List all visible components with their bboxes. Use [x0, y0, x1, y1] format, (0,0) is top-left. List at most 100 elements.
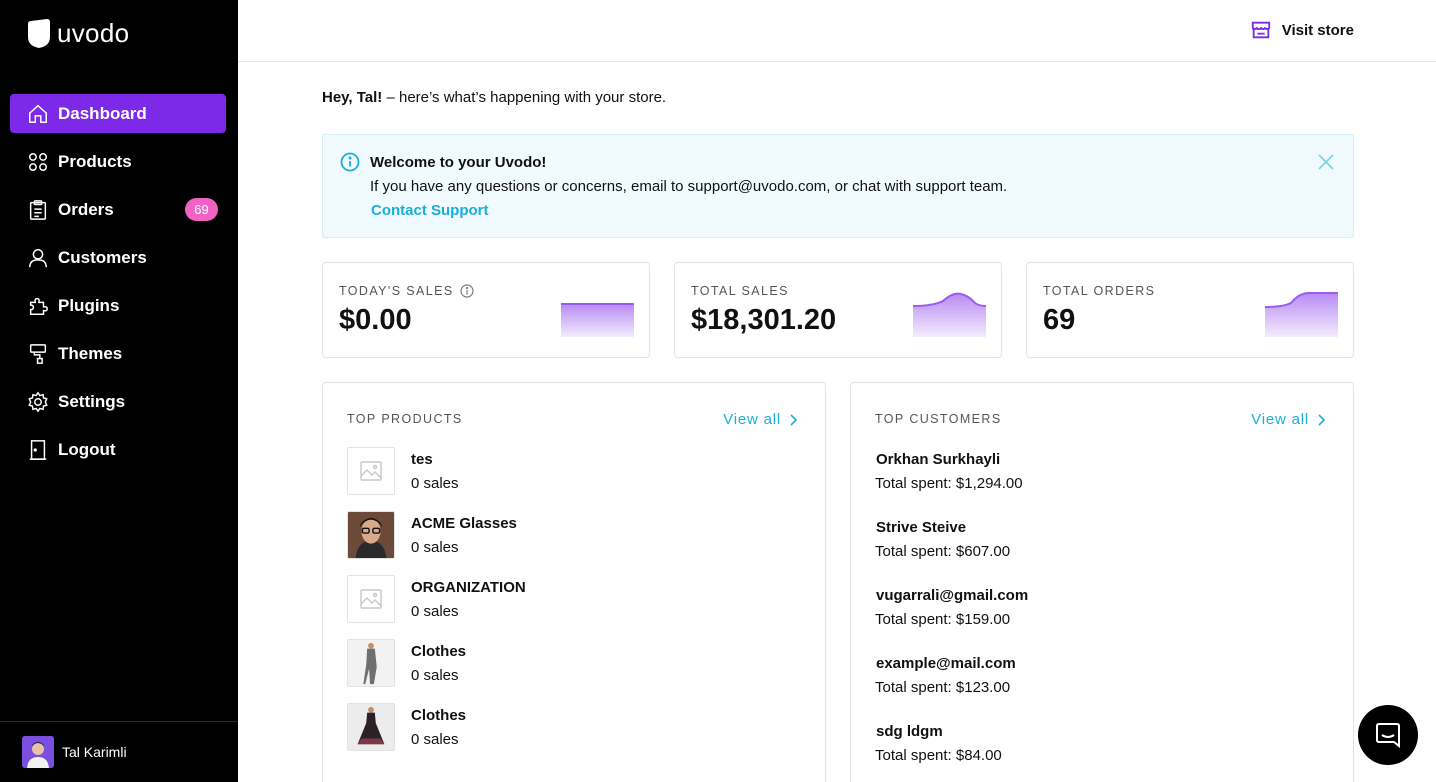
- customer-total-spent: Total spent: $607.00: [875, 543, 1011, 560]
- user-icon: [26, 246, 50, 270]
- visit-store-label: Visit store: [1281, 21, 1354, 39]
- view-all-customers-link[interactable]: View all: [1251, 411, 1325, 428]
- home-icon: [26, 102, 50, 126]
- chat-icon: [1376, 723, 1400, 749]
- list-item[interactable]: example@mail.com Total spent: $123.00: [875, 655, 1028, 719]
- top-bar: Visit store: [238, 0, 1436, 62]
- customer-total-spent: Total spent: $84.00: [875, 747, 1002, 764]
- contact-support-link[interactable]: Contact Support: [371, 202, 489, 219]
- customer-total-spent: Total spent: $159.00: [875, 611, 1011, 628]
- current-user[interactable]: Tal Karimli: [0, 721, 238, 782]
- list-item[interactable]: Orkhan Surkhayli Total spent: $1,294.00: [875, 451, 1028, 515]
- stat-label-text: TODAY'S SALES: [339, 284, 454, 298]
- sidebar-item-label: Products: [58, 151, 132, 171]
- paint-roller-icon: [26, 342, 50, 366]
- stat-value: $0.00: [339, 304, 412, 336]
- customer-total-spent: Total spent: $123.00: [875, 679, 1011, 696]
- gear-icon: [26, 390, 50, 414]
- info-icon[interactable]: [460, 284, 474, 298]
- user-avatar-icon: [22, 736, 54, 768]
- list-item[interactable]: ORGANIZATION 0 sales: [347, 575, 526, 639]
- list-item[interactable]: tes 0 sales: [347, 447, 526, 511]
- card-title: TOP CUSTOMERS: [875, 412, 1002, 426]
- image-placeholder-icon: [347, 575, 395, 623]
- card-title: TOP PRODUCTS: [347, 412, 463, 426]
- product-photo: [347, 703, 395, 751]
- top-products-card: TOP PRODUCTS View all tes 0 sales ACME G…: [322, 382, 826, 782]
- customer-name: Strive Steive: [876, 519, 967, 536]
- product-name: tes: [411, 451, 433, 468]
- greeting: Hey, Tal! – here’s what’s happening with…: [322, 89, 666, 106]
- user-name: Tal Karimli: [62, 744, 127, 760]
- sidebar-item-label: Themes: [58, 343, 123, 363]
- sidebar-item-label: Dashboard: [58, 103, 147, 123]
- product-sales: 0 sales: [411, 539, 459, 556]
- info-icon: [340, 152, 360, 177]
- chevron-right-icon: [1318, 413, 1325, 426]
- avatar: [22, 736, 54, 768]
- product-name: Clothes: [411, 707, 467, 724]
- image-placeholder-icon: [347, 447, 395, 495]
- sidebar-item-settings[interactable]: Settings: [10, 382, 226, 421]
- sidebar-item-orders[interactable]: Orders 69: [10, 190, 226, 229]
- close-icon[interactable]: [1317, 153, 1335, 176]
- glasses-photo-icon: [348, 512, 394, 558]
- customer-name: vugarrali@gmail.com: [876, 587, 1029, 604]
- orders-count-badge: 69: [185, 198, 218, 221]
- brand-name: uvodo: [57, 18, 130, 48]
- list-item[interactable]: Clothes 0 sales: [347, 703, 526, 767]
- dress-photo-icon: [348, 640, 394, 686]
- sidebar-item-plugins[interactable]: Plugins: [10, 286, 226, 325]
- product-photo: [347, 511, 395, 559]
- stat-label: TOTAL SALES: [691, 284, 789, 298]
- view-all-label: View all: [1251, 411, 1309, 428]
- uvodo-logo[interactable]: uvodo: [27, 18, 129, 49]
- top-customers-list: Orkhan Surkhayli Total spent: $1,294.00 …: [875, 447, 1028, 782]
- chat-launcher-button[interactable]: [1358, 705, 1418, 765]
- stat-value: $18,301.20: [691, 304, 837, 336]
- customer-name: Orkhan Surkhayli: [876, 451, 1001, 468]
- chevron-right-icon: [790, 413, 797, 426]
- sidebar-item-products[interactable]: Products: [10, 142, 226, 181]
- list-item[interactable]: Clothes 0 sales: [347, 639, 526, 703]
- sidebar-item-label: Plugins: [58, 295, 120, 315]
- welcome-banner: Welcome to your Uvodo! If you have any q…: [322, 134, 1354, 238]
- greeting-name: Hey, Tal!: [322, 89, 383, 106]
- greeting-text: – here’s what’s happening with your stor…: [382, 89, 667, 106]
- stat-card-total-orders: TOTAL ORDERS 69: [1026, 262, 1354, 358]
- sales-sparkline: [913, 292, 986, 337]
- sidebar-item-dashboard[interactable]: Dashboard: [10, 94, 226, 133]
- stat-card-total-sales: TOTAL SALES $18,301.20: [674, 262, 1002, 358]
- sidebar-item-logout[interactable]: Logout: [10, 430, 226, 469]
- product-name: ACME Glasses: [411, 515, 517, 532]
- sidebar-item-customers[interactable]: Customers: [10, 238, 226, 277]
- stat-label: TOTAL ORDERS: [1043, 284, 1156, 298]
- product-name: ORGANIZATION: [411, 579, 526, 596]
- product-sales: 0 sales: [411, 603, 459, 620]
- product-sales: 0 sales: [411, 731, 459, 748]
- list-item[interactable]: Strive Steive Total spent: $607.00: [875, 519, 1028, 583]
- banner-text: If you have any questions or concerns, e…: [370, 178, 1008, 195]
- product-name: Clothes: [411, 643, 467, 660]
- sidebar-item-themes[interactable]: Themes: [10, 334, 226, 373]
- puzzle-icon: [26, 294, 50, 318]
- visit-store-button[interactable]: Visit store: [1250, 19, 1354, 41]
- shield-logo-icon: [28, 19, 50, 48]
- grid-icon: [26, 150, 50, 174]
- customer-name: example@mail.com: [876, 655, 1016, 672]
- top-customers-card: TOP CUSTOMERS View all Orkhan Surkhayli …: [850, 382, 1354, 782]
- sidebar-item-label: Orders: [58, 199, 114, 219]
- stat-label: TODAY'S SALES: [339, 284, 474, 298]
- dress-photo-icon: [348, 704, 394, 750]
- clipboard-icon: [26, 198, 50, 222]
- view-all-products-link[interactable]: View all: [723, 411, 797, 428]
- list-item[interactable]: sdg ldgm Total spent: $84.00: [875, 723, 1028, 782]
- sidebar-item-label: Customers: [58, 247, 147, 267]
- view-all-label: View all: [723, 411, 781, 428]
- list-item[interactable]: vugarrali@gmail.com Total spent: $159.00: [875, 587, 1028, 651]
- customer-name: sdg ldgm: [876, 723, 943, 740]
- list-item[interactable]: ACME Glasses 0 sales: [347, 511, 526, 575]
- stat-value: 69: [1043, 304, 1076, 336]
- door-icon: [26, 438, 50, 462]
- banner-title: Welcome to your Uvodo!: [370, 154, 547, 171]
